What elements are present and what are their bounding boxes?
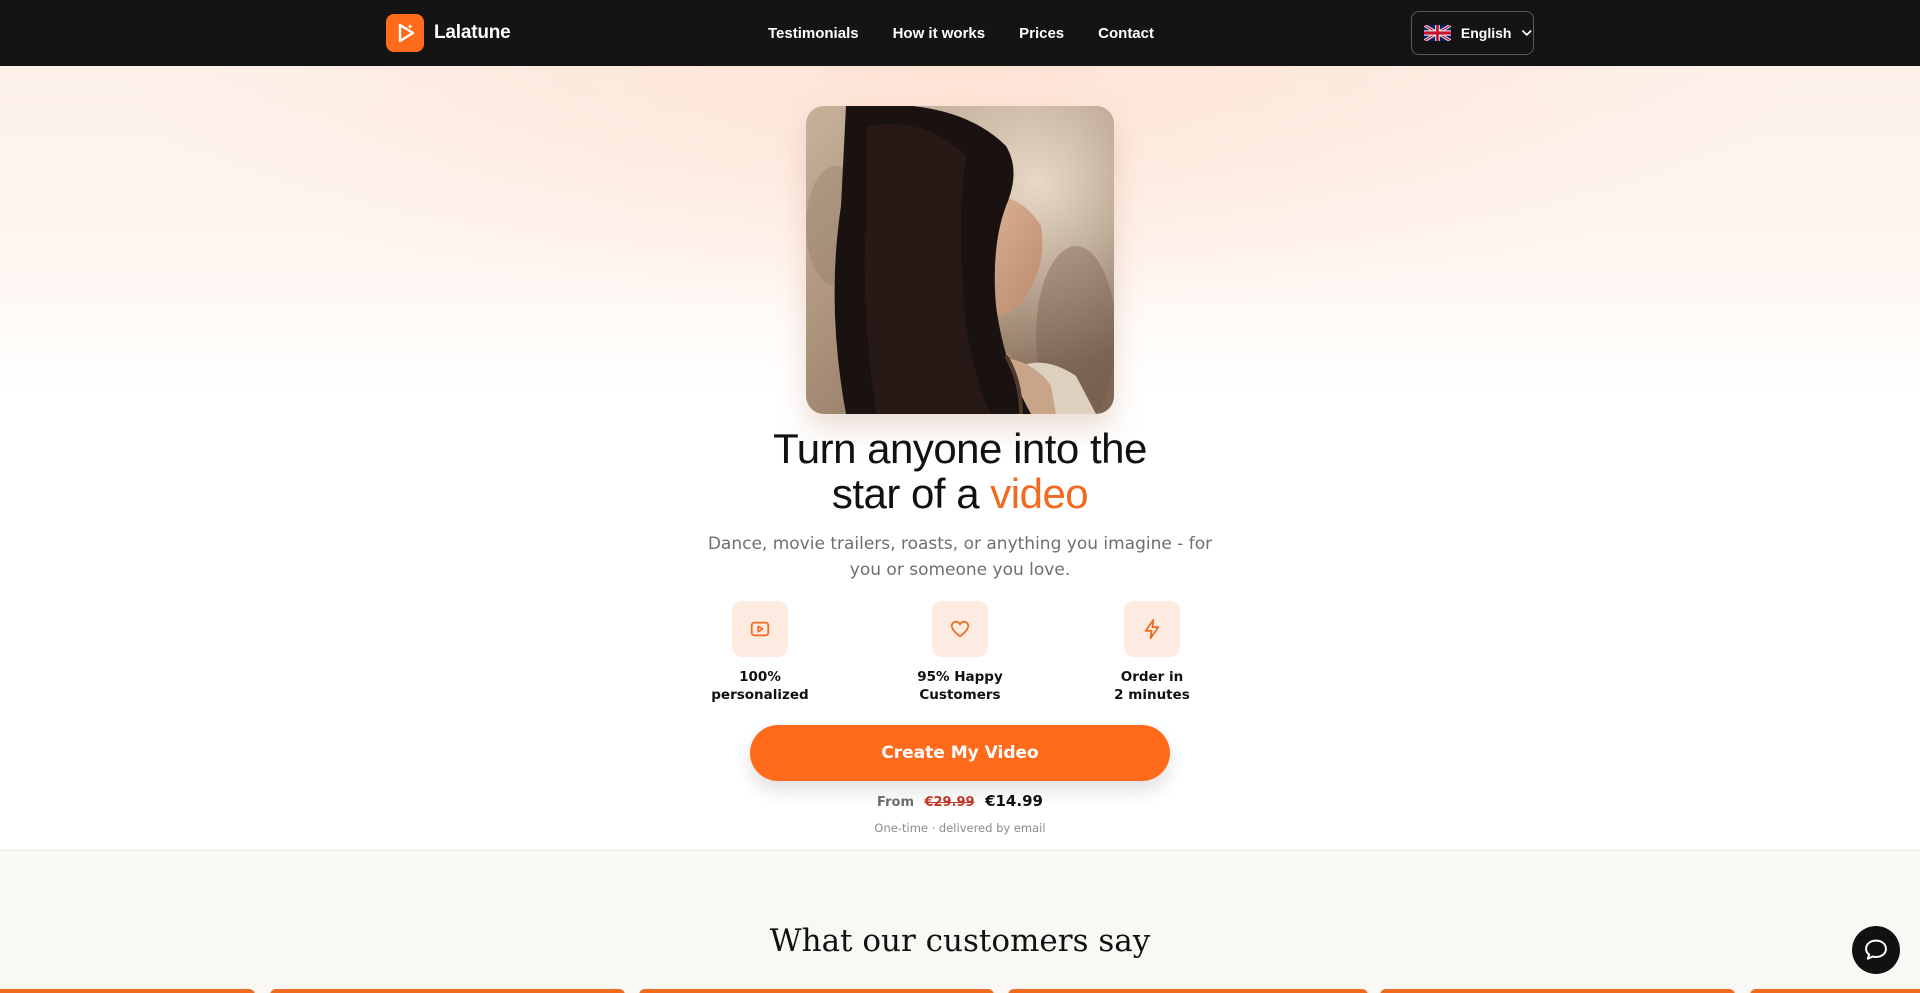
hero-title-line2: star of a — [831, 470, 980, 517]
feature-list: 100% personalized 95% Happy Customers Or… — [700, 601, 1220, 711]
chat-button[interactable] — [1852, 926, 1900, 974]
feature-label-line2: personalized — [711, 687, 809, 703]
chat-bubble-icon — [1865, 939, 1887, 960]
nav-link-contact[interactable]: Contact — [1098, 25, 1154, 42]
testimonial-card[interactable] — [270, 989, 625, 993]
testimonial-card[interactable] — [1380, 989, 1735, 993]
testimonials-section: What our customers say — [0, 850, 1920, 993]
hero-image — [806, 106, 1114, 414]
feature-happy-customers: 95% Happy Customers — [890, 601, 1030, 704]
brand-link[interactable]: Lalatune — [386, 14, 511, 52]
price-from-label: From — [877, 795, 914, 810]
nav-link-prices[interactable]: Prices — [1019, 25, 1064, 42]
testimonial-cards — [0, 989, 1920, 993]
testimonial-card[interactable] — [0, 989, 255, 993]
feature-label-line1: 100% — [739, 669, 781, 685]
hero-subtitle: Dance, movie trailers, roasts, or anythi… — [707, 534, 1213, 580]
language-label: English — [1460, 25, 1512, 41]
price-note: One-time · delivered by email — [874, 821, 1046, 835]
create-video-button[interactable]: Create My Video — [750, 725, 1170, 781]
feature-personalized: 100% personalized — [690, 601, 830, 704]
hero-title: Turn anyone into the star of a video — [660, 426, 1260, 516]
feature-label: Order in 2 minutes — [1082, 668, 1222, 704]
feature-label: 95% Happy Customers — [890, 668, 1030, 704]
feature-label-line2: Customers — [919, 687, 1001, 703]
lightning-icon — [1124, 601, 1180, 657]
play-icon — [386, 14, 424, 52]
feature-order-fast: Order in 2 minutes — [1082, 601, 1222, 704]
uk-flag-icon — [1424, 25, 1451, 41]
feature-label-line1: 95% Happy — [917, 669, 1003, 685]
feature-label-line2: 2 minutes — [1114, 687, 1190, 703]
language-selector[interactable]: English — [1411, 11, 1534, 55]
play-square-icon — [732, 601, 788, 657]
price-line: From €29.99 €14.99 — [760, 792, 1160, 810]
chevron-down-icon — [1522, 30, 1532, 36]
brand-name: Lalatune — [434, 22, 511, 43]
testimonial-card[interactable] — [1750, 989, 1920, 993]
testimonials-title: What our customers say — [769, 923, 1151, 959]
feature-label: 100% personalized — [690, 668, 830, 704]
price-old: €29.99 — [924, 795, 975, 810]
top-navbar: Lalatune Testimonials How it works Price… — [0, 0, 1920, 66]
testimonial-card[interactable] — [1008, 989, 1368, 993]
main-nav: Testimonials How it works Prices Contact — [768, 0, 1154, 66]
hero-title-accent: video — [990, 470, 1089, 517]
hero-title-line1: Turn anyone into the — [773, 425, 1147, 472]
price-new: €14.99 — [985, 792, 1043, 810]
feature-label-line1: Order in — [1120, 669, 1184, 685]
testimonial-card[interactable] — [639, 989, 994, 993]
heart-icon — [932, 601, 988, 657]
nav-link-how-it-works[interactable]: How it works — [893, 25, 986, 42]
nav-link-testimonials[interactable]: Testimonials — [768, 25, 859, 42]
